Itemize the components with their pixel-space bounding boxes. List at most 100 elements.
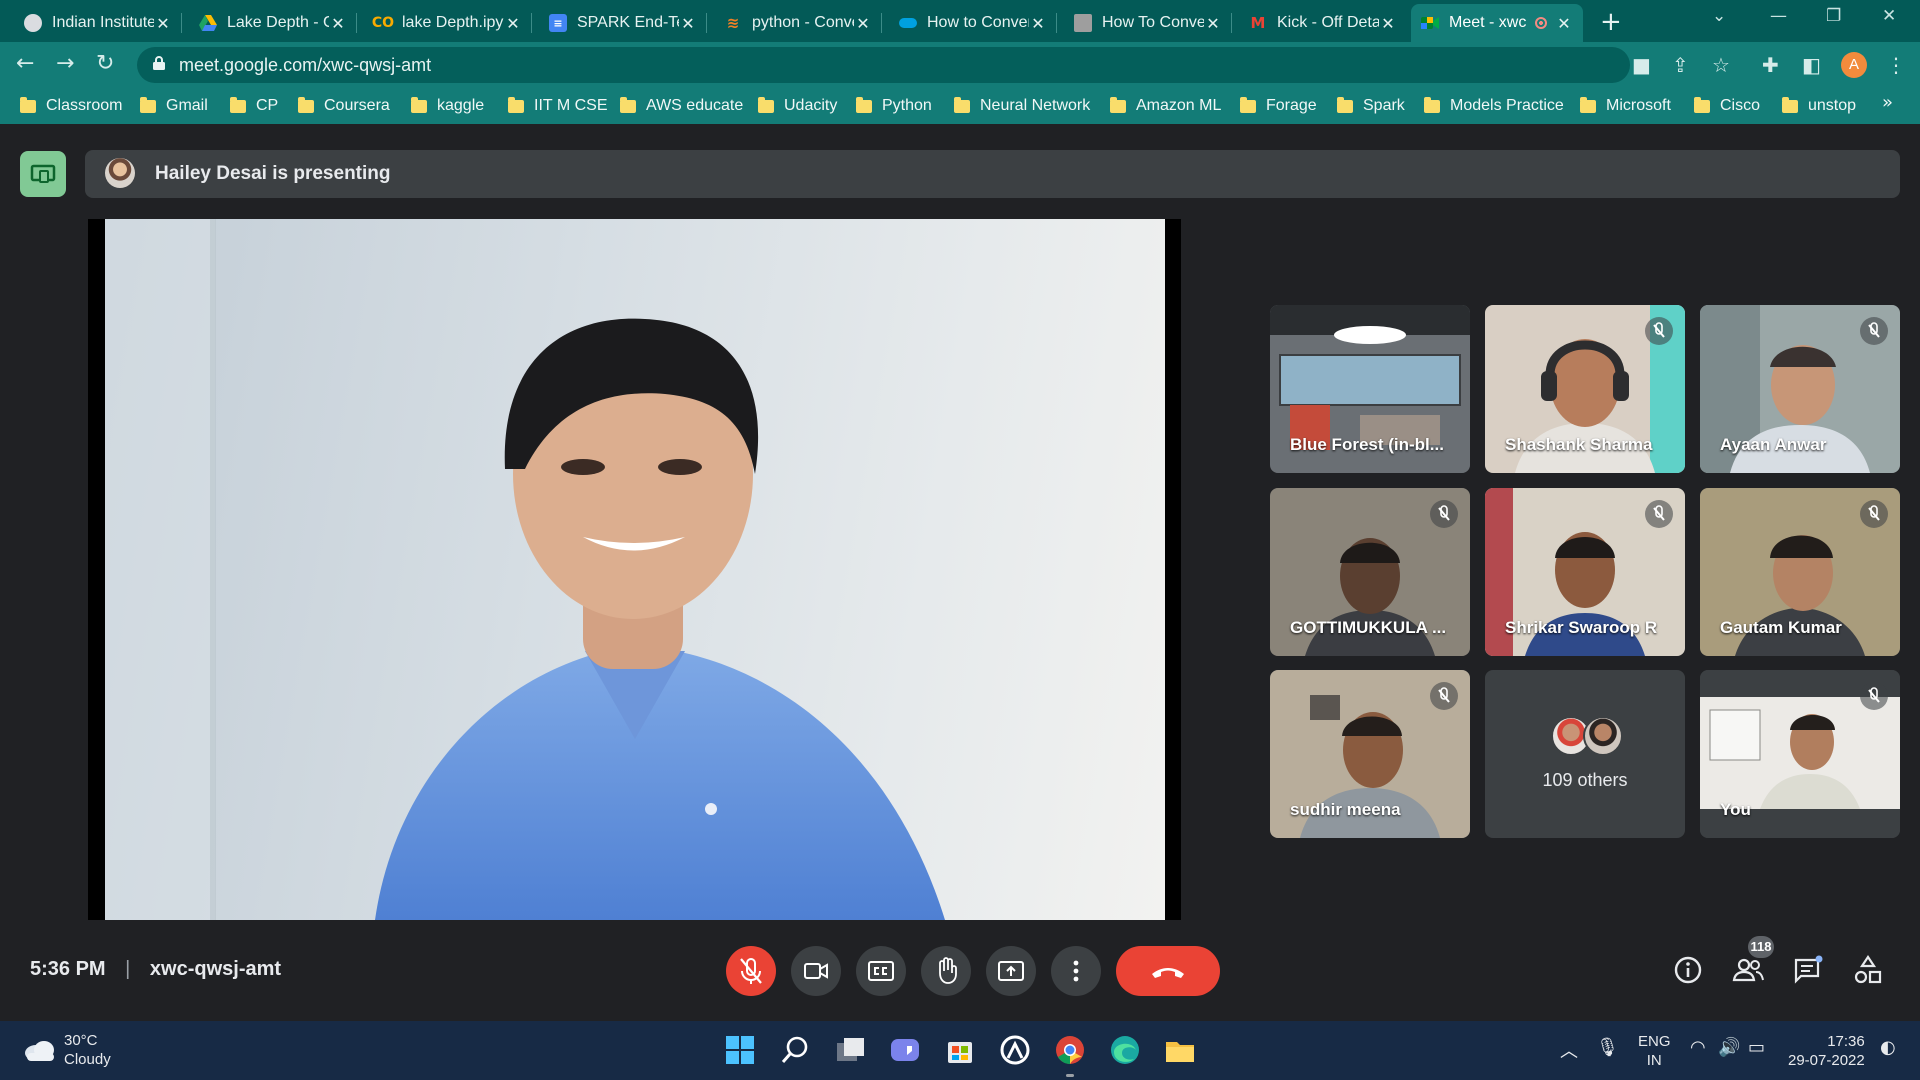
participant-tile[interactable]: Gautam Kumar [1700, 488, 1900, 656]
restore-icon[interactable]: ❐ [1826, 6, 1841, 26]
search-icon[interactable] [778, 1033, 812, 1067]
bookmark-coursera[interactable]: Coursera [298, 96, 390, 115]
presenting-text: Hailey Desai is presenting [155, 163, 391, 184]
battery-icon[interactable]: ▭ [1748, 1037, 1765, 1058]
tab-title: python - Convert [752, 14, 854, 31]
presentation-layout-button[interactable] [20, 151, 66, 197]
bookmark-cisco[interactable]: Cisco [1694, 96, 1760, 115]
close-tab-icon[interactable]: ✕ [1555, 14, 1573, 33]
app-icon[interactable] [998, 1033, 1032, 1067]
region-code: IN [1646, 1052, 1662, 1069]
self-tile[interactable]: You [1700, 670, 1900, 838]
bookmark-star-icon[interactable]: ☆ [1712, 53, 1730, 77]
bookmarks-overflow-icon[interactable]: » [1882, 92, 1893, 113]
chat-icon[interactable] [1790, 952, 1826, 988]
back-icon[interactable]: ← [16, 51, 34, 76]
participant-name: Gautam Kumar [1720, 618, 1842, 637]
activities-icon[interactable] [1850, 952, 1886, 988]
close-window-icon[interactable]: ✕ [1882, 6, 1896, 26]
muted-mic-icon [1645, 500, 1673, 528]
address-bar[interactable]: meet.google.com/xwc-qwsj-amt [137, 47, 1630, 83]
bookmark-models-practice[interactable]: Models Practice [1424, 96, 1564, 115]
stackoverflow-icon: ≋ [726, 14, 740, 32]
participant-tile[interactable]: Shashank Sharma [1485, 305, 1685, 473]
participant-tile[interactable]: Shrikar Swaroop R [1485, 488, 1685, 656]
folder-icon [856, 96, 872, 113]
info-separator: | [125, 958, 131, 980]
camera-in-use-icon[interactable]: ■ [1632, 53, 1651, 77]
bookmark-python[interactable]: Python [856, 96, 932, 115]
bookmark-classroom[interactable]: Classroom [20, 96, 122, 115]
mic-toggle-button[interactable] [726, 946, 776, 996]
bookmark-kaggle[interactable]: kaggle [411, 96, 484, 115]
wifi-icon[interactable]: ◠ [1690, 1037, 1706, 1058]
new-tab-button[interactable]: + [1600, 7, 1622, 37]
bookmark-udacity[interactable]: Udacity [758, 96, 837, 115]
forward-icon[interactable]: → [56, 51, 74, 76]
close-tab-icon[interactable]: ✕ [154, 14, 172, 33]
bookmark-neural-network[interactable]: Neural Network [954, 96, 1090, 115]
teams-chat-icon[interactable] [888, 1033, 922, 1067]
side-panel-icon[interactable]: ◧ [1802, 53, 1821, 77]
bookmark-cp[interactable]: CP [230, 96, 278, 115]
camera-toggle-button[interactable] [791, 946, 841, 996]
raise-hand-button[interactable] [921, 946, 971, 996]
volume-icon[interactable]: 🔊 [1718, 1037, 1740, 1058]
browser-tab-9[interactable]: Meet - xwc ✕ [1411, 4, 1583, 42]
browser-tab-3[interactable]: CO lake Depth.ipynb ✕ [364, 4, 532, 42]
microphone-icon[interactable]: 🎙 [1596, 1037, 1619, 1058]
participant-tile[interactable]: GOTTIMUKKULA ... [1270, 488, 1470, 656]
notifications-icon[interactable]: ◐ [1880, 1037, 1896, 1058]
language-indicator[interactable]: ENG IN [1638, 1032, 1671, 1070]
close-tab-icon[interactable]: ✕ [1029, 14, 1047, 33]
browser-tab-1[interactable]: Indian Institute ✕ [14, 4, 182, 42]
close-tab-icon[interactable]: ✕ [329, 14, 347, 33]
close-tab-icon[interactable]: ✕ [854, 14, 872, 33]
others-tile[interactable]: 109 others [1485, 670, 1685, 838]
weather-widget[interactable]: 30°C Cloudy [64, 1031, 111, 1069]
windows-start-icon[interactable] [723, 1033, 757, 1067]
bookmark-iitm-cse[interactable]: IIT M CSE [508, 96, 608, 115]
minimize-icon[interactable]: — [1770, 6, 1787, 26]
tab-search-icon[interactable]: ⌄ [1712, 6, 1726, 26]
profile-avatar[interactable]: A [1841, 52, 1867, 78]
browser-tab-5[interactable]: ≋ python - Convert ✕ [714, 4, 882, 42]
bookmark-microsoft[interactable]: Microsoft [1580, 96, 1671, 115]
browser-tab-8[interactable]: M Kick - Off Details ✕ [1239, 4, 1407, 42]
bookmark-unstop[interactable]: unstop [1782, 96, 1856, 115]
close-tab-icon[interactable]: ✕ [1204, 14, 1222, 33]
browser-menu-icon[interactable]: ⋮ [1886, 53, 1906, 77]
browser-tab-6[interactable]: How to Convert ✕ [889, 4, 1057, 42]
close-tab-icon[interactable]: ✕ [679, 14, 697, 33]
system-clock[interactable]: 17:36 29-07-2022 [1788, 1032, 1865, 1070]
extensions-icon[interactable]: ✚ [1762, 53, 1779, 77]
browser-tab-4[interactable]: ≡ SPARK End-Term ✕ [539, 4, 707, 42]
participant-tile[interactable]: sudhir meena [1270, 670, 1470, 838]
close-tab-icon[interactable]: ✕ [1379, 14, 1397, 33]
close-tab-icon[interactable]: ✕ [504, 14, 522, 33]
bookmark-forage[interactable]: Forage [1240, 96, 1317, 115]
cloudy-weather-icon[interactable] [22, 1035, 56, 1065]
participant-tile[interactable]: Ayaan Anwar [1700, 305, 1900, 473]
microsoft-store-icon[interactable] [943, 1033, 977, 1067]
participant-tile[interactable]: Blue Forest (in-bl... [1270, 305, 1470, 473]
present-now-button[interactable] [986, 946, 1036, 996]
task-view-icon[interactable] [833, 1033, 867, 1067]
edge-icon[interactable] [1108, 1033, 1142, 1067]
chrome-icon[interactable] [1053, 1033, 1087, 1067]
bookmark-aws-educate[interactable]: AWS educate [620, 96, 743, 115]
bookmark-spark[interactable]: Spark [1337, 96, 1405, 115]
meeting-details-icon[interactable] [1670, 952, 1706, 988]
share-icon[interactable]: ⇪ [1672, 53, 1689, 77]
bookmark-gmail[interactable]: Gmail [140, 96, 208, 115]
browser-tab-7[interactable]: How To Convert ✕ [1064, 4, 1232, 42]
file-explorer-icon[interactable] [1163, 1033, 1197, 1067]
more-options-button[interactable] [1051, 946, 1101, 996]
captions-button[interactable] [856, 946, 906, 996]
reload-icon[interactable]: ↻ [96, 51, 114, 76]
leave-call-button[interactable] [1116, 946, 1220, 996]
participant-name: GOTTIMUKKULA ... [1290, 618, 1447, 637]
browser-tab-2[interactable]: Lake Depth - Google Drive ✕ [189, 4, 357, 42]
bookmark-amazon-ml[interactable]: Amazon ML [1110, 96, 1221, 115]
show-hidden-icons[interactable]: ︿ [1560, 1037, 1578, 1063]
